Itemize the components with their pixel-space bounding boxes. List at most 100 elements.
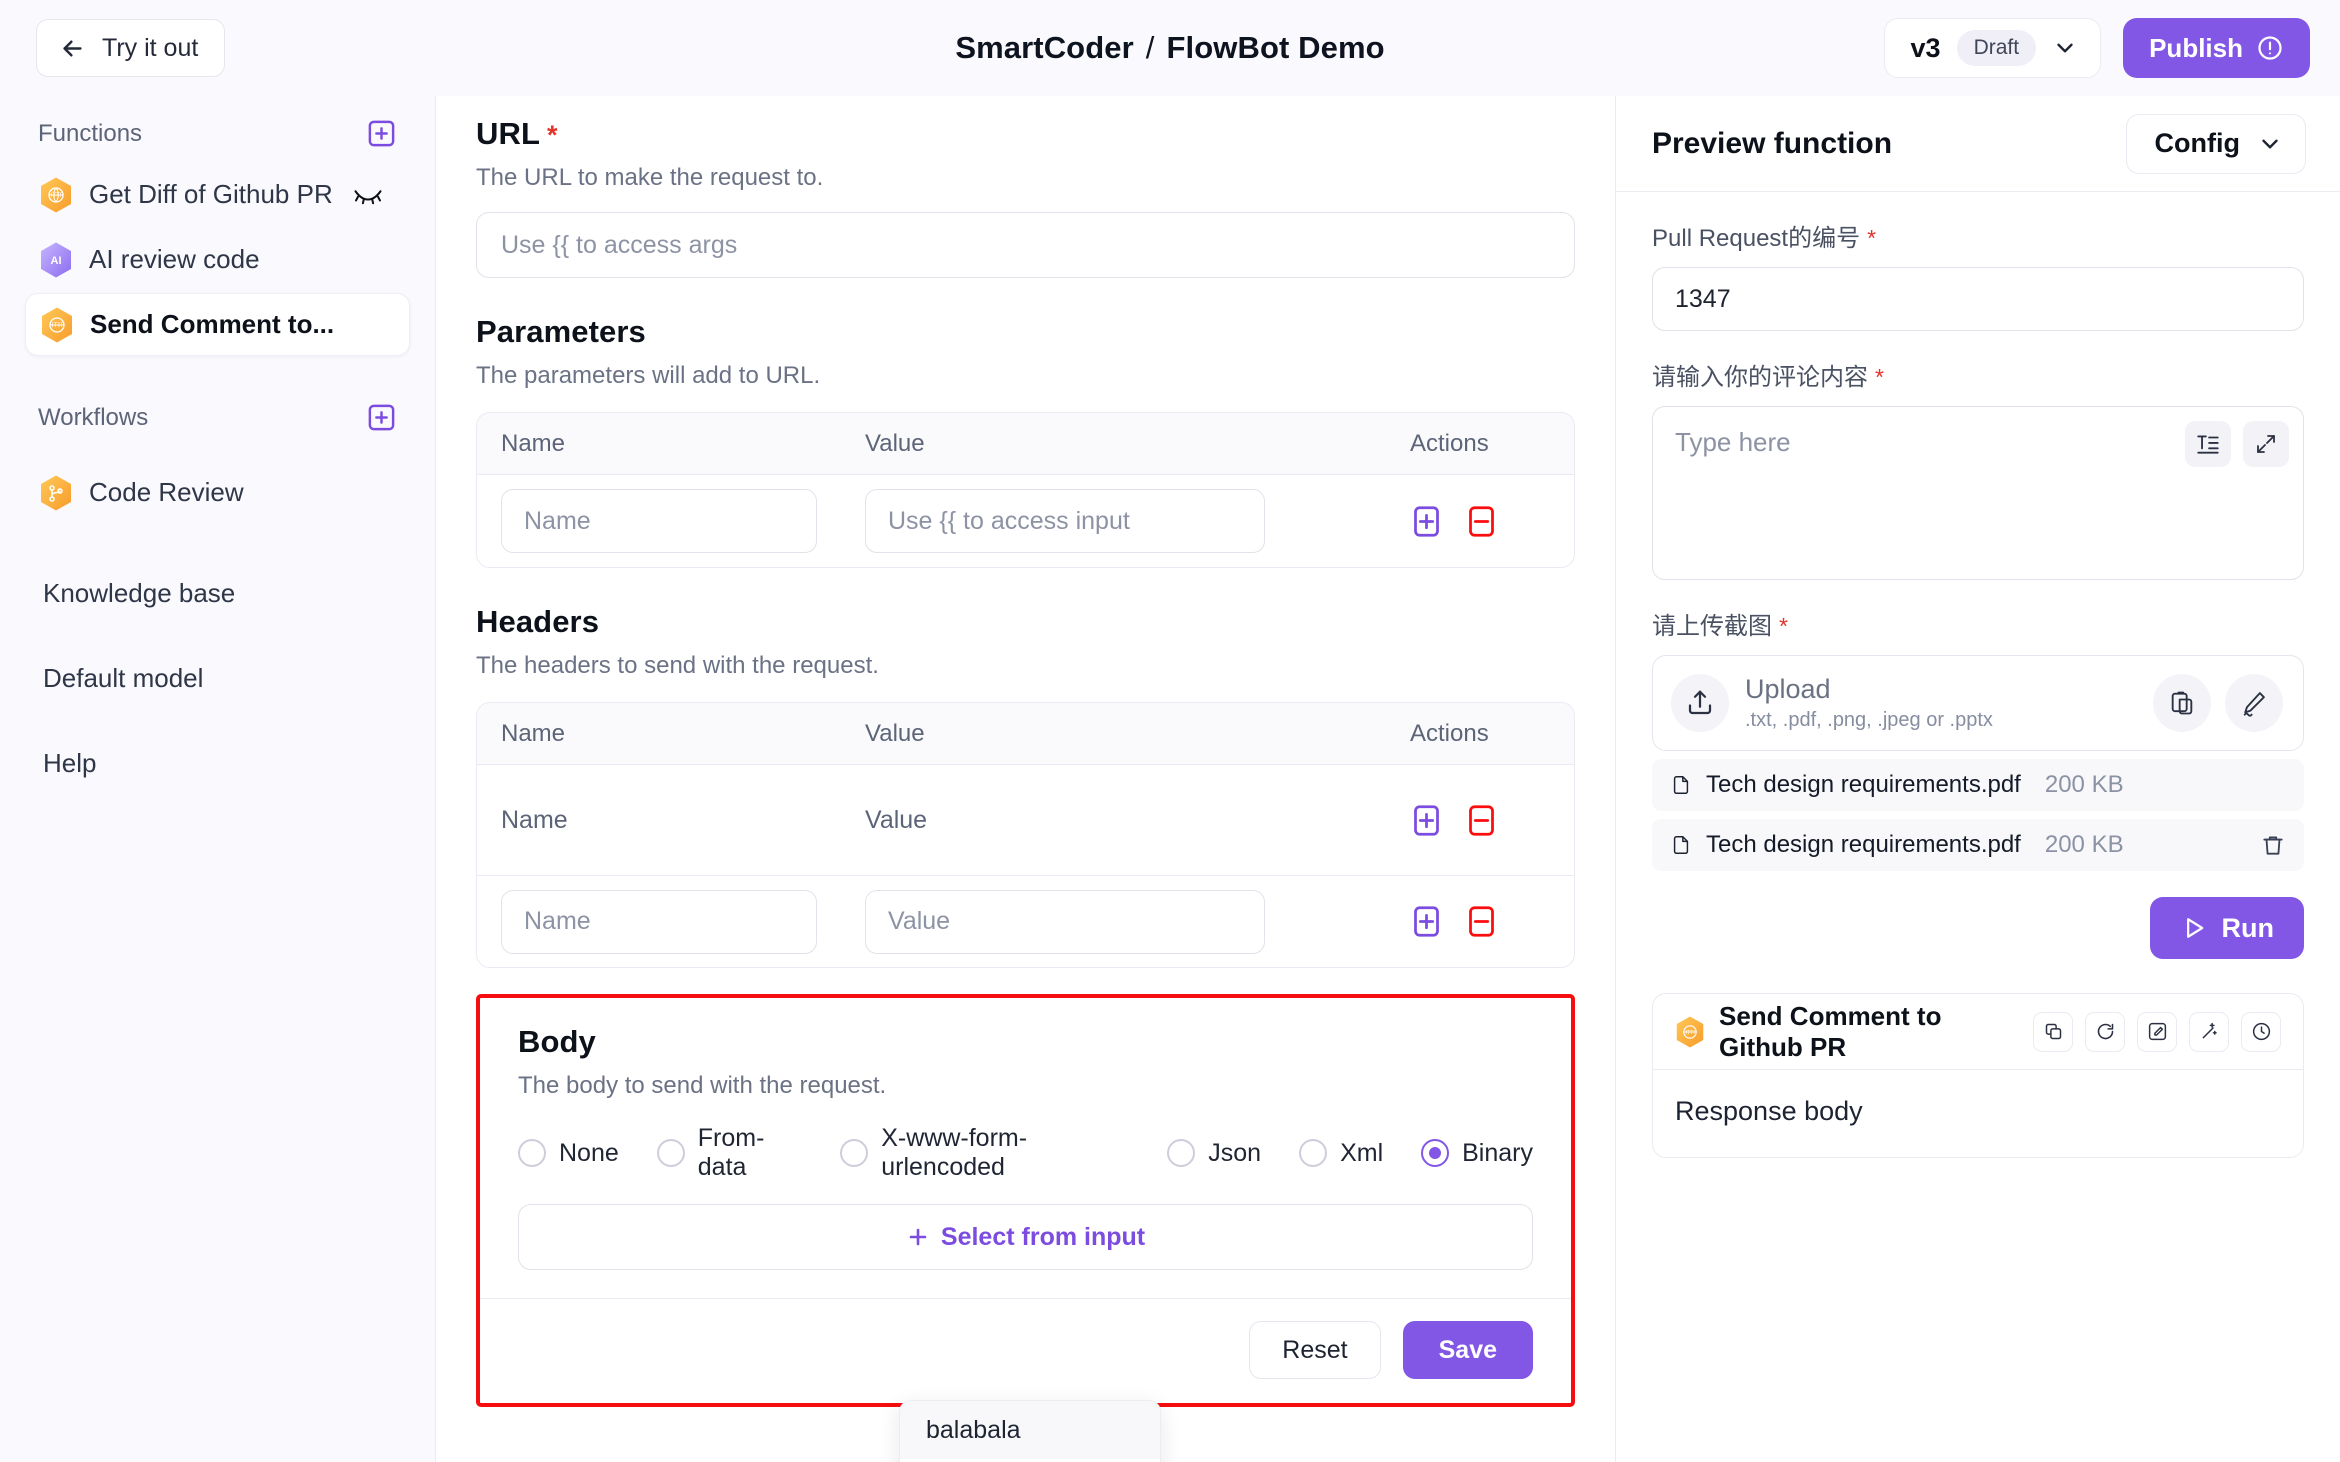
parameters-section-title: Parameters	[476, 314, 646, 349]
radio-xml[interactable]: Xml	[1299, 1139, 1383, 1168]
body-section: Body The body to send with the request. …	[476, 994, 1575, 1407]
pr-number-value: 1347	[1675, 284, 1731, 313]
app-root: Try it out SmartCoder / FlowBot Demo v3 Dr…	[0, 0, 2340, 1462]
sidebar: Functions HTTP Get Diff of Github PR AI	[0, 96, 436, 1462]
edit-icon[interactable]	[2137, 1011, 2177, 1052]
add-header-row-button[interactable]	[1410, 905, 1443, 938]
add-function-button[interactable]	[366, 118, 397, 149]
url-section: URL * The URL to make the request to. Use…	[476, 96, 1575, 278]
sidebar-item-label: Help	[43, 748, 97, 778]
table-row: Name Value	[477, 765, 1574, 875]
url-input[interactable]: Use {{ to access args	[476, 212, 1575, 278]
sidebar-item-label: Get Diff of Github PR	[89, 179, 333, 209]
list-item: Tech design requirements.pdf 200 KB	[1652, 759, 2304, 811]
preview-panel: Preview function Config Pull Request的编号 *…	[1616, 96, 2340, 1462]
preview-panel-body: Pull Request的编号 * 1347 请输入你的评论内容 * Type he…	[1616, 192, 2340, 1462]
file-icon	[1670, 774, 1692, 796]
result-function-name: Send Comment to Github PR	[1719, 1000, 1942, 1062]
sidebar-item-label: AI review code	[89, 244, 260, 274]
eye-off-icon[interactable]	[349, 185, 383, 205]
file-size: 200 KB	[2044, 771, 2124, 798]
header-value-input[interactable]: Value	[865, 889, 1265, 954]
text-format-icon[interactable]	[2185, 421, 2231, 467]
try-it-out-button[interactable]: Try it out	[36, 19, 226, 77]
sidebar-item-code-review[interactable]: Code Review	[25, 461, 410, 524]
select-from-input-button[interactable]: Select from input	[518, 1204, 1533, 1270]
add-workflow-button[interactable]	[366, 402, 397, 433]
svg-text:HTTP: HTTP	[49, 323, 65, 329]
comment-textarea[interactable]: Type here	[1652, 406, 2304, 580]
paste-clipboard-icon[interactable]	[2153, 674, 2211, 732]
table-row: Name Value	[477, 875, 1574, 967]
body-type-radio-group: None From-data X-www-form-urlencoded Jso…	[518, 1124, 1533, 1182]
select-from-input-label: Select from input	[940, 1222, 1146, 1251]
result-card-header: HTTP Send Comment to Github PR	[1653, 994, 2303, 1070]
sidebar-item-knowledge-base[interactable]: Knowledge base	[25, 562, 410, 625]
run-button[interactable]: Run	[2149, 897, 2304, 959]
result-actions	[2033, 1011, 2281, 1052]
sidebar-item-send-comment-to[interactable]: HTTP Send Comment to...	[25, 293, 410, 356]
radio-binary[interactable]: Binary	[1421, 1139, 1533, 1168]
add-parameter-row-button[interactable]	[1410, 505, 1443, 538]
file-size: 200 KB	[2044, 831, 2124, 858]
http-hex-icon: HTTP	[1675, 1015, 1705, 1049]
sidebar-section-functions-header: Functions	[25, 96, 410, 163]
preview-title: Preview function	[1652, 126, 1893, 160]
refresh-icon[interactable]	[2085, 1011, 2125, 1052]
sidebar-item-ai-review-code[interactable]: AI AI review code	[25, 228, 410, 291]
url-section-title: URL *	[476, 116, 558, 151]
page-title: FlowBot Demo	[1166, 30, 1385, 65]
workflows-header-label: Workflows	[38, 403, 149, 431]
parameters-table-header: Name Value Actions	[477, 413, 1574, 475]
pr-number-input[interactable]: 1347	[1652, 267, 2304, 331]
body-section-title: Body	[518, 1024, 596, 1059]
clock-icon[interactable]	[2241, 1011, 2281, 1052]
radio-dot-icon	[656, 1139, 685, 1167]
magic-wand-icon[interactable]	[2189, 1011, 2229, 1052]
sidebar-item-default-model[interactable]: Default model	[25, 647, 410, 710]
remove-parameter-row-button[interactable]	[1465, 505, 1498, 538]
upload-hint: .txt, .pdf, .png, .jpeg or .pptx	[1745, 709, 1993, 732]
upload-dropzone[interactable]: Upload .txt, .pdf, .png, .jpeg or .pptx	[1652, 655, 2304, 751]
body-section-desc: The body to send with the request.	[518, 1072, 887, 1099]
reset-button[interactable]: Reset	[1249, 1321, 1381, 1379]
http-hex-icon: HTTP	[39, 176, 73, 214]
sidebar-item-get-diff-of-github-pr[interactable]: HTTP Get Diff of Github PR	[25, 163, 410, 226]
file-name: Tech design requirements.pdf	[1706, 771, 2021, 798]
expand-icon[interactable]	[2243, 421, 2289, 467]
config-button[interactable]: Config	[2125, 113, 2306, 174]
function-config-panel: URL * The URL to make the request to. Use…	[436, 96, 1616, 1462]
headers-section: Headers The headers to send with the req…	[476, 604, 1575, 968]
column-header-name: Name	[501, 719, 566, 747]
draw-pencil-icon[interactable]	[2225, 674, 2283, 732]
upload-icon	[1671, 674, 1729, 732]
main-body: Functions HTTP Get Diff of Github PR AI	[0, 96, 2340, 1462]
add-header-row-button[interactable]	[1410, 804, 1443, 837]
copy-icon[interactable]	[2033, 1011, 2073, 1052]
version-selector[interactable]: v3 Draft	[1883, 18, 2102, 78]
comment-label: 请输入你的评论内容 *	[1652, 364, 1884, 391]
parameter-name-input[interactable]: Name	[501, 489, 817, 553]
header-name-input[interactable]: Name	[501, 889, 817, 954]
remove-header-row-button[interactable]	[1465, 905, 1498, 938]
delete-file-icon[interactable]	[2260, 832, 2286, 858]
radio-none[interactable]: None	[518, 1139, 619, 1168]
remove-header-row-button[interactable]	[1465, 804, 1498, 837]
radio-from-data[interactable]: From-data	[656, 1124, 802, 1182]
required-asterisk: *	[1867, 225, 1877, 251]
body-footer: Reset Save	[480, 1298, 1571, 1403]
publish-button[interactable]: Publish	[2123, 18, 2310, 78]
radio-x-www-form-urlencoded[interactable]: X-www-form-urlencoded	[840, 1124, 1129, 1182]
parameter-value-input[interactable]: Use {{ to access input	[865, 489, 1265, 553]
publish-label: Publish	[2149, 32, 2243, 63]
try-it-out-label: Try it out	[102, 33, 199, 62]
sidebar-item-label: Send Comment to...	[90, 309, 335, 339]
dropdown-item-balabala[interactable]: balabala	[900, 1401, 1160, 1459]
breadcrumb-separator: /	[1145, 30, 1155, 65]
url-input-placeholder: Use {{ to access args	[501, 230, 738, 259]
radio-json[interactable]: Json	[1167, 1139, 1261, 1168]
save-button[interactable]: Save	[1402, 1321, 1533, 1379]
sidebar-item-help[interactable]: Help	[25, 732, 410, 795]
headers-section-desc: The headers to send with the request.	[476, 652, 879, 679]
functions-header-label: Functions	[38, 119, 143, 147]
